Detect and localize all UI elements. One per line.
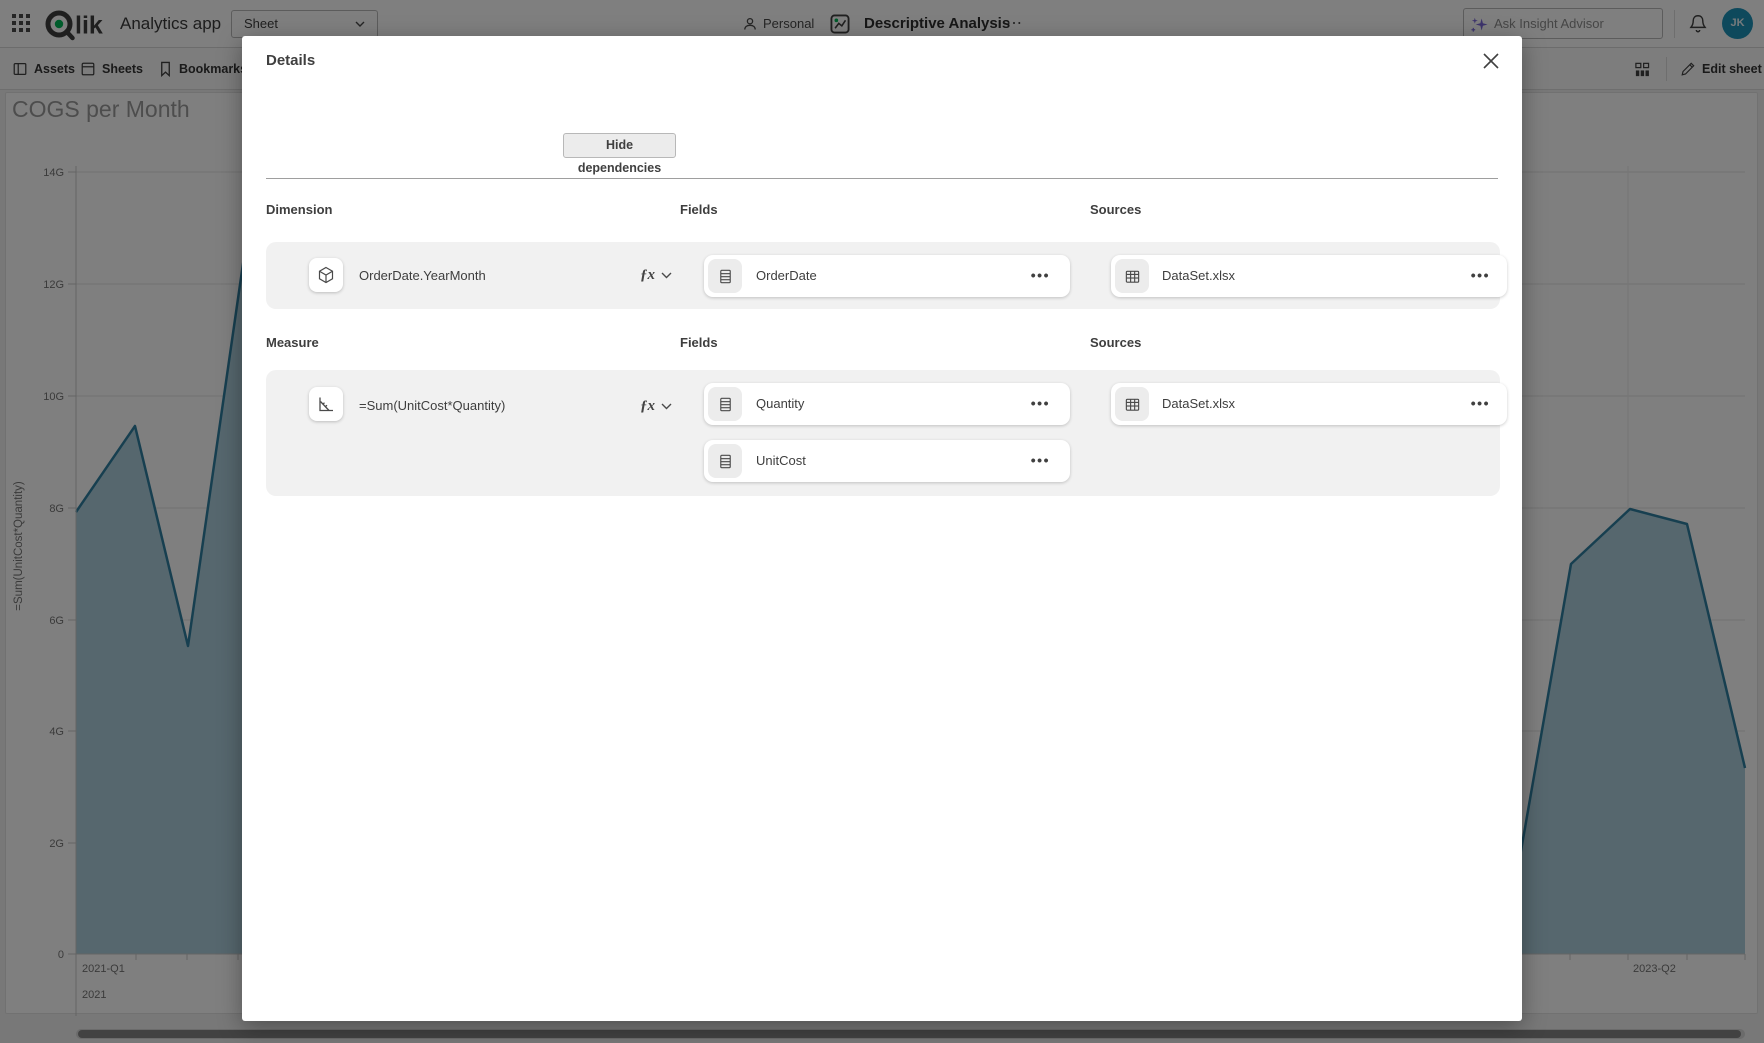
sources-header-measure: Sources: [1090, 335, 1141, 350]
hide-dependencies-button[interactable]: Hide dependencies: [563, 133, 676, 158]
field-more-button[interactable]: •••: [1031, 383, 1050, 425]
dimension-header: Dimension: [266, 202, 332, 217]
fields-header-dimension: Fields: [680, 202, 718, 217]
measure-expression: =Sum(UnitCost*Quantity): [359, 388, 505, 424]
sources-header-dimension: Sources: [1090, 202, 1141, 217]
field-icon: [708, 259, 742, 293]
measure-header: Measure: [266, 335, 319, 350]
close-button[interactable]: [1480, 50, 1502, 72]
dialog-title: Details: [266, 52, 315, 69]
fields-header-measure: Fields: [680, 335, 718, 350]
fx-icon: ƒx: [640, 267, 655, 284]
chevron-down-icon: [661, 403, 672, 410]
field-more-button[interactable]: •••: [1031, 440, 1050, 482]
chevron-down-icon: [661, 272, 672, 279]
dimension-expression-dropdown[interactable]: ƒx: [640, 242, 672, 309]
source-card-dataset-measure[interactable]: DataSet.xlsx •••: [1111, 383, 1507, 425]
measure-row-band: =Sum(UnitCost*Quantity) ƒx Quantity •••: [266, 370, 1500, 496]
field-card-unitcost[interactable]: UnitCost •••: [704, 440, 1070, 482]
field-card-orderdate[interactable]: OrderDate •••: [704, 255, 1070, 297]
table-source-icon: [1115, 259, 1149, 293]
qlik-app-window: lik Analytics app Sheet Personal Descrip…: [0, 0, 1764, 1043]
details-dialog: Details Hide dependencies Dimension Fiel…: [242, 36, 1522, 1021]
field-icon: [708, 387, 742, 421]
measure-ruler-icon: [309, 387, 343, 421]
field-label: UnitCost: [756, 440, 806, 482]
table-source-icon: [1115, 387, 1149, 421]
dimension-name: OrderDate.YearMonth: [359, 242, 486, 309]
field-icon: [708, 444, 742, 478]
field-more-button[interactable]: •••: [1031, 255, 1050, 297]
dialog-divider: [266, 178, 1498, 179]
measure-expression-dropdown[interactable]: ƒx: [640, 388, 672, 424]
dimension-row-band: OrderDate.YearMonth ƒx OrderDate •••: [266, 242, 1500, 309]
source-more-button[interactable]: •••: [1471, 383, 1490, 425]
source-label: DataSet.xlsx: [1162, 383, 1235, 425]
field-label: OrderDate: [756, 255, 817, 297]
field-card-quantity[interactable]: Quantity •••: [704, 383, 1070, 425]
source-card-dataset-dimension[interactable]: DataSet.xlsx •••: [1111, 255, 1507, 297]
source-more-button[interactable]: •••: [1471, 255, 1490, 297]
field-label: Quantity: [756, 383, 804, 425]
close-icon: [1480, 50, 1502, 72]
source-label: DataSet.xlsx: [1162, 255, 1235, 297]
dimension-cube-icon: [309, 258, 343, 292]
fx-icon: ƒx: [640, 398, 655, 415]
